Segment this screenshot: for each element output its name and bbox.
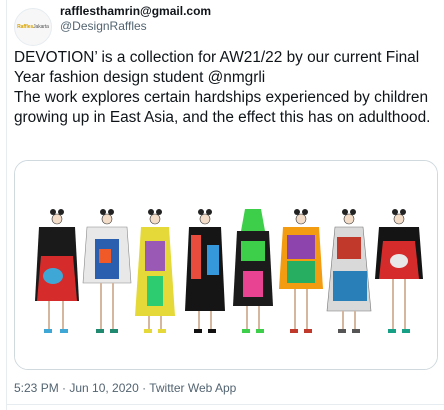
figure-3 <box>135 209 175 333</box>
author-display-name[interactable]: raffles­thamrin@gmail.com <box>60 4 211 18</box>
tweet-text-line: The work explores certain hardships expe… <box>14 89 431 126</box>
tweet-timestamp[interactable]: 5:23 PM · Jun 10, 2020 · Twitter Web App <box>14 381 236 395</box>
tweet-media[interactable] <box>14 160 438 370</box>
timeline-divider <box>6 0 7 410</box>
tweet-text-line: DEVOTION’ is a collection for AW21/22 by… <box>14 49 420 86</box>
avatar-logo: RafflesJakarta <box>17 24 49 30</box>
tweet-text: DEVOTION’ is a collection for AW21/22 by… <box>14 48 434 128</box>
tweet-header: RafflesJakarta raffles­thamrin@gmail.com… <box>12 4 432 46</box>
author-handle[interactable]: @DesignRaffles <box>60 18 211 34</box>
author-names: raffles­thamrin@gmail.com @DesignRaffles <box>60 4 211 34</box>
avatar[interactable]: RafflesJakarta <box>14 8 52 46</box>
tweet-divider <box>6 404 444 405</box>
fashion-illustration-image <box>15 161 437 369</box>
